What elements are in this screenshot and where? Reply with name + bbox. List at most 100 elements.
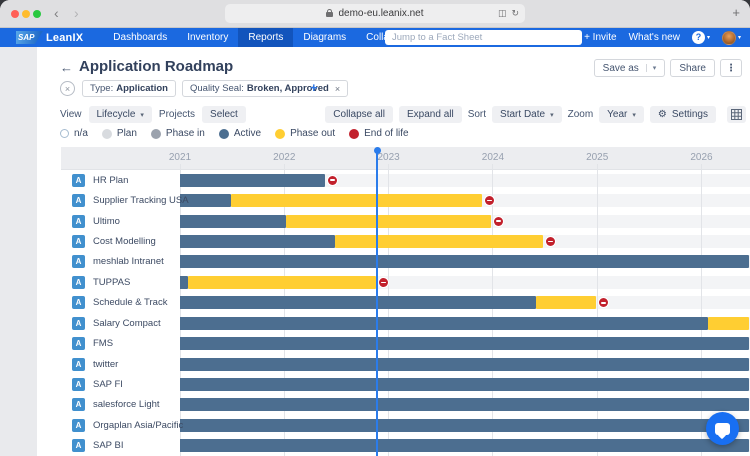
legend-item-active: Active	[218, 128, 262, 139]
new-tab-icon[interactable]: +	[732, 5, 740, 20]
legend-item-phase-in: Phase in	[150, 128, 205, 139]
collapse-all-button[interactable]: Collapse all	[325, 106, 393, 123]
fact-sheet-row[interactable]: A SAP FI	[61, 374, 180, 395]
legend-dot	[349, 128, 360, 139]
left-rail	[0, 47, 37, 456]
traffic-light-close-button[interactable]	[11, 10, 19, 18]
fact-sheet-row[interactable]: A Cost Modelling	[61, 231, 180, 252]
traffic-light-zoom-button[interactable]	[33, 10, 41, 18]
gantt-bar-active[interactable]	[178, 214, 287, 228]
back-button[interactable]: ←	[60, 60, 73, 75]
save-as-caret-icon[interactable]: ▾	[645, 64, 656, 72]
projects-label: Projects	[158, 109, 196, 120]
gantt-bar-active[interactable]	[178, 439, 750, 453]
user-menu-button[interactable]: ▾	[721, 30, 741, 45]
nav-item-dashboards[interactable]: Dashboards	[103, 28, 177, 47]
browser-forward-icon[interactable]: ›	[74, 4, 79, 22]
fact-sheet-name: FMS	[93, 338, 114, 350]
gantt-bar-active[interactable]	[178, 398, 750, 412]
gantt-bar-active[interactable]	[178, 337, 750, 351]
gantt-bar-active[interactable]	[178, 418, 750, 432]
browser-window: ‹ › demo-eu.leanix.net ◫ ↻ + SAP LeanIX …	[0, 0, 750, 456]
fact-sheet-row[interactable]: Atwitter	[61, 353, 180, 375]
fact-sheet-row[interactable]: A Supplier Tracking USA	[61, 190, 189, 211]
grid-icon	[731, 109, 742, 120]
fact-sheet-row[interactable]: A Salary Compact	[61, 313, 180, 334]
gantt-bar-phase-out[interactable]	[188, 275, 377, 289]
gantt-bar-active[interactable]	[178, 357, 750, 371]
legend-item-n-a: n/a	[60, 128, 88, 139]
tab-overview-icon[interactable]: ◫	[498, 8, 507, 19]
table-view-button[interactable]	[727, 106, 746, 123]
gantt-bar-active[interactable]	[178, 316, 708, 330]
more-options-button[interactable]: ⋮	[720, 59, 742, 77]
browser-chrome: ‹ › demo-eu.leanix.net ◫ ↻ +	[0, 0, 750, 28]
legend-label: End of life	[364, 128, 409, 139]
view-dropdown[interactable]: Lifecycle ▾	[88, 106, 152, 123]
fact-sheet-row[interactable]: A FMS	[61, 333, 180, 354]
gantt-bar-phase-out[interactable]	[535, 296, 597, 310]
gantt-bar-active[interactable]	[178, 378, 750, 391]
application-badge: A	[72, 316, 85, 330]
gantt-bar-active[interactable]	[178, 173, 325, 187]
fact-sheet-name: TUPPAS	[93, 276, 131, 288]
sort-label: Sort	[467, 109, 487, 120]
fact-sheet-row[interactable]: A Orgaplan Asia/Pacific	[61, 415, 183, 436]
gantt-bar-phase-out[interactable]	[231, 194, 483, 208]
filter-chip[interactable]: Quality Seal: Broken, Approved ×	[181, 80, 349, 97]
help-menu-button[interactable]: ? ▾	[691, 31, 710, 44]
zoom-label: Zoom	[567, 109, 594, 120]
chat-button[interactable]	[706, 412, 739, 445]
settings-button[interactable]: ⚙ Settings	[649, 106, 716, 123]
application-badge: A	[72, 194, 85, 208]
gantt-bar-active[interactable]	[178, 255, 750, 269]
traffic-light-minimize-button[interactable]	[22, 10, 30, 18]
gantt-bar-active[interactable]	[178, 234, 336, 248]
gantt-bar-active[interactable]	[178, 296, 536, 310]
fact-sheet-row[interactable]: Asalesforce Light	[61, 394, 180, 416]
gridline-2022	[283, 164, 285, 456]
address-bar[interactable]: demo-eu.leanix.net ◫ ↻	[225, 4, 525, 23]
legend-label: Active	[233, 128, 262, 139]
application-badge: A	[72, 378, 85, 391]
reset-filters-button[interactable]: ×	[60, 81, 75, 96]
add-filter-button[interactable]: +	[310, 80, 318, 95]
application-badge: A	[72, 357, 85, 371]
zoom-dropdown[interactable]: Year ▾	[599, 106, 644, 123]
fact-sheet-row[interactable]: A HR Plan	[61, 170, 180, 191]
application-badge: A	[72, 337, 85, 351]
sap-leanix-logo[interactable]: SAP LeanIX	[16, 31, 83, 44]
gantt-bar-phase-out[interactable]	[286, 214, 491, 228]
nav-item-reports[interactable]: Reports	[238, 28, 294, 47]
fact-sheet-row[interactable]: A TUPPAS	[61, 272, 180, 293]
whats-new-button[interactable]: What's new	[629, 32, 680, 43]
gear-icon: ⚙	[657, 109, 667, 120]
remove-filter-icon[interactable]: ×	[335, 84, 340, 94]
gantt-bar-phase-out[interactable]	[335, 234, 543, 248]
save-as-button[interactable]: Save as ▾	[593, 59, 666, 77]
gantt-bar-phase-out[interactable]	[707, 316, 750, 330]
projects-select-button[interactable]: Select	[202, 106, 246, 123]
legend-label: Phase out	[290, 128, 336, 139]
gantt-bar-active[interactable]	[178, 275, 189, 289]
fact-sheet-row[interactable]: A SAP BI	[61, 435, 180, 456]
chevron-down-icon: ▾	[550, 111, 554, 119]
reload-icon[interactable]: ↻	[511, 8, 519, 19]
chat-bubble-icon	[715, 422, 730, 435]
search-input[interactable]	[385, 30, 582, 45]
expand-all-button[interactable]: Expand all	[399, 106, 462, 123]
help-icon: ?	[691, 31, 705, 44]
nav-item-inventory[interactable]: Inventory	[177, 28, 238, 47]
fact-sheet-row[interactable]: Ameshlab Intranet	[61, 251, 180, 273]
fact-sheet-row[interactable]: A Schedule & Track	[61, 292, 180, 313]
today-line	[376, 150, 379, 456]
browser-back-icon[interactable]: ‹	[54, 4, 59, 22]
fact-sheet-row[interactable]: A Ultimo	[61, 210, 180, 232]
year-label-2025: 2025	[586, 152, 609, 163]
fact-sheet-name: Schedule & Track	[93, 297, 168, 309]
filter-chip[interactable]: Type: Application	[82, 80, 176, 97]
invite-button[interactable]: + Invite	[584, 32, 617, 43]
nav-item-diagrams[interactable]: Diagrams	[293, 28, 356, 47]
share-button[interactable]: Share	[670, 59, 715, 77]
sort-dropdown[interactable]: Start Date ▾	[492, 106, 562, 123]
